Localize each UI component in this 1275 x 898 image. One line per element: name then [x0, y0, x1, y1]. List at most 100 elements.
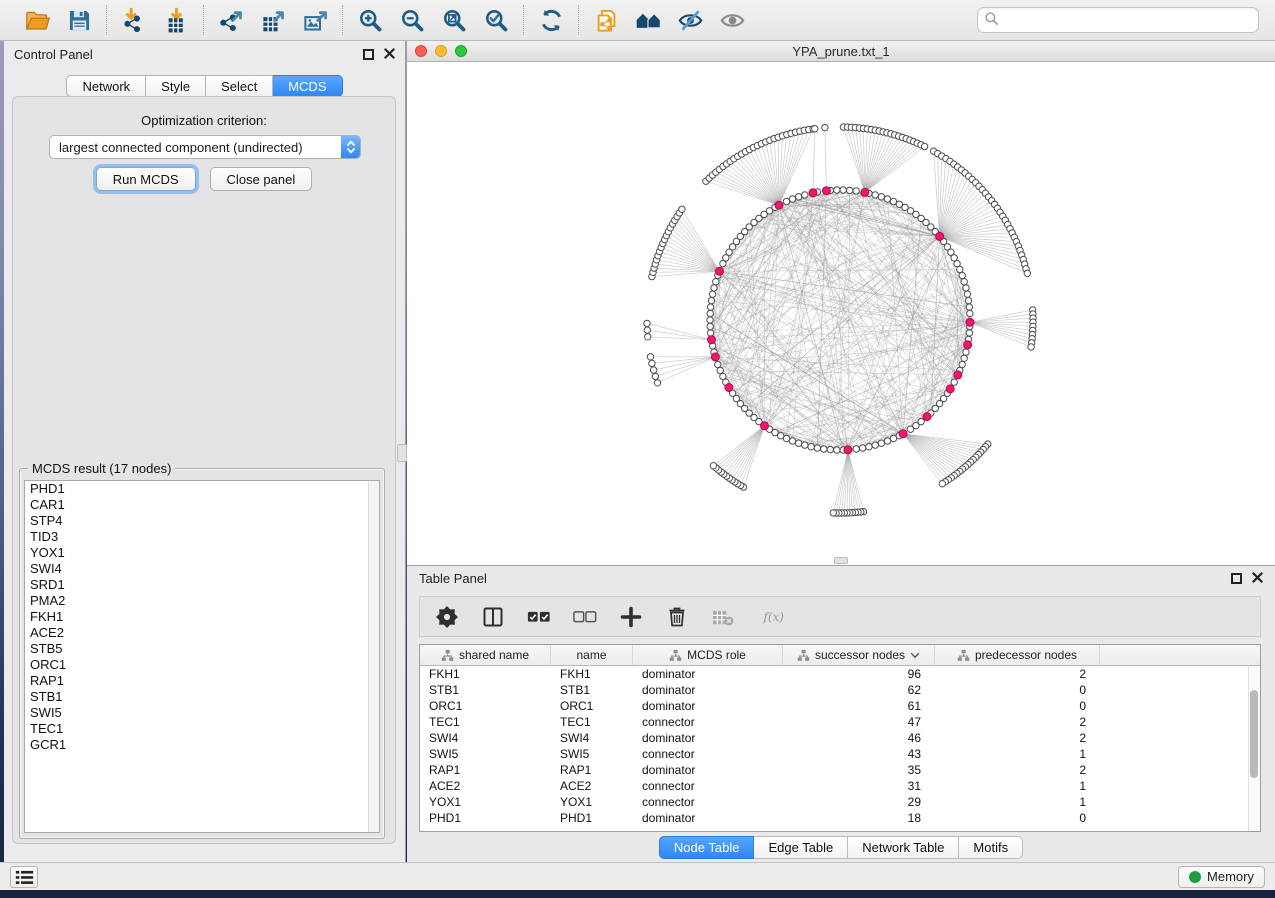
mcds-result-item[interactable]: SWI4 — [25, 561, 379, 577]
mcds-node[interactable] — [964, 341, 972, 349]
network-node[interactable] — [840, 187, 846, 193]
network-node[interactable] — [647, 354, 653, 360]
network-node[interactable] — [878, 440, 884, 446]
network-node[interactable] — [707, 304, 713, 310]
network-node[interactable] — [957, 266, 963, 272]
close-panel-icon[interactable] — [384, 47, 395, 62]
network-node[interactable] — [707, 317, 713, 323]
mcds-result-item[interactable]: RAP1 — [25, 673, 379, 689]
mcds-result-item[interactable]: SWI5 — [25, 705, 379, 721]
mcds-node[interactable] — [711, 353, 719, 361]
mcds-result-item[interactable]: STB5 — [25, 641, 379, 657]
network-node[interactable] — [802, 442, 808, 448]
zoom-out-button[interactable] — [397, 5, 427, 35]
mcds-list-scrollbar[interactable] — [368, 481, 379, 832]
network-node[interactable] — [814, 445, 820, 451]
mcds-node[interactable] — [899, 430, 907, 438]
network-node[interactable] — [884, 196, 890, 202]
mcds-node[interactable] — [708, 336, 716, 344]
tab-edge-table[interactable]: Edge Table — [754, 836, 848, 859]
network-node[interactable] — [847, 187, 853, 193]
network-node[interactable] — [951, 379, 957, 385]
mcds-result-item[interactable]: ACE2 — [25, 625, 379, 641]
network-node[interactable] — [715, 361, 721, 367]
network-node[interactable] — [961, 279, 967, 285]
mcds-node[interactable] — [966, 318, 974, 326]
zoom-fit-button[interactable] — [439, 5, 469, 35]
table-scrollbar[interactable] — [1248, 666, 1260, 831]
network-node[interactable] — [834, 447, 840, 453]
search-input[interactable] — [999, 10, 1252, 30]
table-row[interactable]: SWI4SWI4dominator462 — [420, 730, 1260, 746]
network-node[interactable] — [802, 192, 808, 198]
mcds-node[interactable] — [822, 187, 830, 195]
network-node[interactable] — [707, 330, 713, 336]
save-session-button[interactable] — [64, 5, 94, 35]
network-node[interactable] — [652, 373, 658, 379]
tab-mcds[interactable]: MCDS — [273, 75, 342, 97]
table-row[interactable]: ORC1ORC1dominator610 — [420, 698, 1260, 714]
mcds-node[interactable] — [946, 385, 954, 393]
network-node[interactable] — [967, 310, 973, 316]
mcds-result-item[interactable]: TEC1 — [25, 721, 379, 737]
network-node[interactable] — [679, 206, 685, 212]
show-columns-button[interactable] — [480, 604, 506, 630]
network-node[interactable] — [795, 440, 801, 446]
table-scrollbar-thumb[interactable] — [1250, 690, 1258, 778]
mcds-result-item[interactable]: GCR1 — [25, 737, 379, 753]
hide-selected-button[interactable] — [675, 5, 705, 35]
mcds-node[interactable] — [936, 232, 944, 240]
mcds-node[interactable] — [725, 384, 733, 392]
optimization-criterion-select[interactable]: largest connected component (undirected) — [49, 135, 361, 159]
mcds-result-item[interactable]: PHD1 — [25, 481, 379, 497]
memory-button[interactable]: Memory — [1178, 866, 1265, 888]
network-node[interactable] — [966, 330, 972, 336]
network-node[interactable] — [961, 355, 967, 361]
mcds-node[interactable] — [809, 189, 817, 197]
column-header-shared-name[interactable]: shared name — [420, 645, 551, 665]
network-node[interactable] — [866, 444, 872, 450]
network-node[interactable] — [822, 124, 828, 130]
network-node[interactable] — [654, 380, 660, 386]
refresh-layout-button[interactable] — [536, 5, 566, 35]
mcds-node[interactable] — [761, 422, 769, 430]
show-all-button[interactable] — [717, 5, 747, 35]
network-node[interactable] — [959, 361, 965, 367]
table-row[interactable]: RAP1RAP1dominator352 — [420, 762, 1260, 778]
network-node[interactable] — [808, 444, 814, 450]
mcds-node[interactable] — [954, 371, 962, 379]
network-node[interactable] — [709, 291, 715, 297]
network-node[interactable] — [649, 360, 655, 366]
network-node[interactable] — [878, 194, 884, 200]
tab-style[interactable]: Style — [146, 75, 206, 97]
import-table-button[interactable] — [161, 5, 191, 35]
mcds-result-item[interactable]: PMA2 — [25, 593, 379, 609]
network-node[interactable] — [853, 446, 859, 452]
network-node[interactable] — [717, 367, 723, 373]
mcds-result-item[interactable]: CAR1 — [25, 497, 379, 513]
mcds-result-item[interactable]: STB1 — [25, 689, 379, 705]
table-settings-button[interactable] — [434, 604, 460, 630]
search-box[interactable] — [977, 7, 1259, 33]
column-header-MCDS-role[interactable]: MCDS role — [633, 645, 783, 665]
export-image-button[interactable] — [300, 5, 330, 35]
network-node[interactable] — [959, 272, 965, 278]
deselect-all-button[interactable] — [572, 604, 598, 630]
mcds-result-item[interactable]: SRD1 — [25, 577, 379, 593]
mcds-node[interactable] — [775, 201, 783, 209]
zoom-in-button[interactable] — [355, 5, 385, 35]
network-node[interactable] — [812, 126, 818, 132]
mcds-result-item[interactable]: ORC1 — [25, 657, 379, 673]
column-header-successor-nodes[interactable]: successor nodes — [783, 645, 935, 665]
zoom-selected-button[interactable] — [481, 5, 511, 35]
close-panel-button[interactable]: Close panel — [210, 167, 313, 191]
table-row[interactable]: SWI5SWI5connector431 — [420, 746, 1260, 762]
network-node[interactable] — [795, 194, 801, 200]
network-node[interactable] — [830, 510, 836, 516]
network-node[interactable] — [650, 367, 656, 373]
tab-select[interactable]: Select — [206, 75, 273, 97]
tab-node-table[interactable]: Node Table — [659, 836, 755, 859]
mcds-node[interactable] — [923, 413, 931, 421]
network-node[interactable] — [966, 304, 972, 310]
network-node[interactable] — [713, 279, 719, 285]
